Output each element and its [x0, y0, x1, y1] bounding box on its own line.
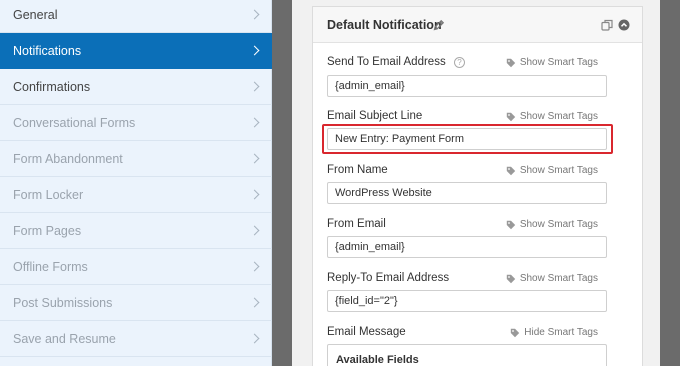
available-fields-box: Available Fields [327, 344, 607, 366]
sidebar-item-form-abandonment[interactable]: Form Abandonment [0, 141, 272, 177]
sidebar-item-conversational-forms[interactable]: Conversational Forms [0, 105, 272, 141]
panel-gutter [272, 0, 292, 366]
chevron-right-icon [249, 333, 260, 343]
panel-gutter-right [660, 0, 680, 366]
sidebar-item-form-locker[interactable]: Form Locker [0, 177, 272, 213]
reply-to-label: Reply-To Email Address [327, 272, 450, 284]
show-smart-tags-link[interactable]: Show Smart Tags [506, 165, 598, 176]
notifications-panel: Default Notification Send To Email Addre… [292, 0, 660, 366]
sidebar-item-label: Form Abandonment [13, 151, 123, 166]
chevron-right-icon [249, 9, 260, 19]
smart-tags-label: Show Smart Tags [519, 165, 598, 176]
field-value: WordPress Website [335, 187, 432, 199]
sidebar-item-label: Conversational Forms [13, 115, 136, 130]
chevron-right-icon [249, 153, 260, 163]
smart-tags-label: Show Smart Tags [519, 219, 598, 230]
send-to-email-label: Send To Email Address [327, 56, 446, 68]
sidebar-item-label: General [13, 7, 58, 22]
help-icon[interactable]: ? [454, 57, 465, 68]
sidebar-item-label: Offline Forms [13, 259, 88, 274]
sidebar-item-save-and-resume[interactable]: Save and Resume [0, 321, 272, 357]
sidebar-item-post-submissions[interactable]: Post Submissions [0, 285, 272, 321]
collapse-icon[interactable] [618, 19, 630, 31]
tag-icon [506, 220, 516, 229]
tag-icon [506, 166, 516, 175]
email-subject-label: Email Subject Line [327, 110, 423, 122]
from-email-input[interactable]: {admin_email} [327, 236, 607, 258]
field-value: {field_id="2"} [335, 295, 398, 307]
show-smart-tags-link[interactable]: Show Smart Tags [506, 219, 598, 230]
chevron-right-icon [249, 45, 260, 55]
field-value: New Entry: Payment Form [335, 133, 464, 145]
sidebar-item-label: Notifications [13, 43, 82, 58]
sidebar-item-notifications[interactable]: Notifications [0, 33, 272, 69]
show-smart-tags-link[interactable]: Show Smart Tags [506, 273, 598, 284]
reply-to-input[interactable]: {field_id="2"} [327, 290, 607, 312]
smart-tags-label: Show Smart Tags [519, 111, 598, 122]
settings-sidebar: General Notifications Confirmations Conv… [0, 0, 272, 366]
available-fields-heading: Available Fields [336, 354, 419, 366]
from-name-label: From Name [327, 164, 388, 176]
email-message-label: Email Message [327, 326, 406, 338]
chevron-right-icon [249, 225, 260, 235]
sidebar-item-offline-forms[interactable]: Offline Forms [0, 249, 272, 285]
hide-smart-tags-link[interactable]: Hide Smart Tags [510, 327, 598, 338]
notification-title: Default Notification [327, 18, 442, 32]
field-value: {admin_email} [335, 80, 405, 92]
sidebar-item-general[interactable]: General [0, 0, 272, 33]
chevron-right-icon [249, 297, 260, 307]
tag-icon [506, 112, 516, 121]
pencil-icon[interactable] [433, 19, 445, 31]
smart-tags-label: Show Smart Tags [519, 273, 598, 284]
sidebar-item-confirmations[interactable]: Confirmations [0, 69, 272, 105]
sidebar-item-label: Save and Resume [13, 331, 116, 346]
notification-card: Default Notification Send To Email Addre… [312, 6, 643, 366]
from-email-label: From Email [327, 218, 386, 230]
email-subject-input[interactable]: New Entry: Payment Form [327, 128, 607, 150]
chevron-right-icon [249, 117, 260, 127]
sidebar-item-label: Post Submissions [13, 295, 113, 310]
tag-icon [506, 274, 516, 283]
duplicate-icon[interactable] [601, 19, 613, 31]
field-value: {admin_email} [335, 241, 405, 253]
chevron-right-icon [249, 189, 260, 199]
tag-icon [511, 328, 520, 337]
show-smart-tags-link[interactable]: Show Smart Tags [506, 57, 598, 68]
chevron-right-icon [249, 261, 260, 271]
from-name-input[interactable]: WordPress Website [327, 182, 607, 204]
smart-tags-label: Show Smart Tags [519, 57, 598, 68]
chevron-right-icon [249, 81, 260, 91]
sidebar-item-label: Form Locker [13, 187, 84, 202]
show-smart-tags-link[interactable]: Show Smart Tags [506, 111, 598, 122]
tag-icon [506, 58, 516, 67]
send-to-email-input[interactable]: {admin_email} [327, 75, 607, 97]
smart-tags-label: Hide Smart Tags [524, 327, 598, 338]
notification-card-header: Default Notification [313, 7, 642, 43]
sidebar-item-form-pages[interactable]: Form Pages [0, 213, 272, 249]
sidebar-item-label: Form Pages [13, 223, 82, 238]
sidebar-item-label: Confirmations [13, 79, 91, 94]
